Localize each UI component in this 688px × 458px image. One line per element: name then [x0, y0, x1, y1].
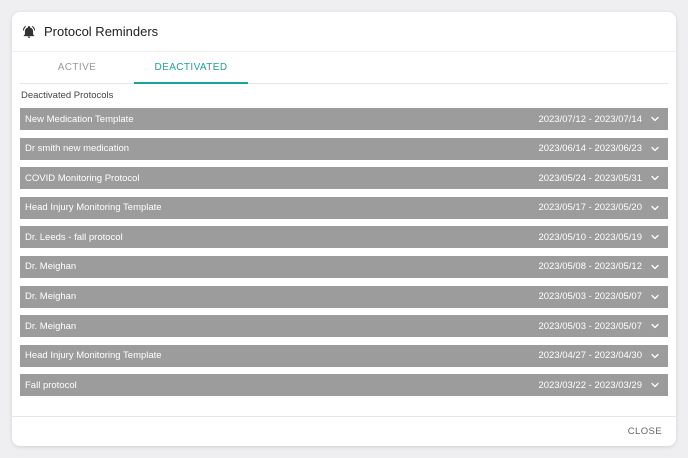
protocol-name: Dr smith new medication	[25, 143, 130, 155]
protocol-dates: 2023/06/14 - 2023/06/23	[538, 143, 642, 155]
tab-deactivated[interactable]: DEACTIVATED	[134, 52, 248, 84]
protocol-name: Dr. Meighan	[25, 261, 77, 273]
protocol-row[interactable]: Head Injury Monitoring Template 2023/04/…	[20, 344, 668, 367]
chevron-down-icon[interactable]	[650, 232, 660, 242]
protocol-row[interactable]: Dr. Leeds - fall protocol 2023/05/10 - 2…	[20, 226, 668, 249]
protocol-dates: 2023/04/27 - 2023/04/30	[538, 350, 642, 362]
close-button[interactable]: CLOSE	[628, 426, 662, 437]
chevron-down-icon[interactable]	[650, 292, 660, 302]
protocol-dates: 2023/05/03 - 2023/05/07	[538, 320, 642, 332]
protocol-row[interactable]: Head Injury Monitoring Template 2023/05/…	[20, 196, 668, 219]
chevron-down-icon[interactable]	[650, 380, 660, 390]
protocol-dates: 2023/05/10 - 2023/05/19	[538, 231, 642, 243]
protocol-reminders-dialog: Protocol Reminders ACTIVE DEACTIVATED De…	[12, 12, 676, 446]
dialog-header: Protocol Reminders	[12, 12, 676, 52]
protocol-row[interactable]: COVID Monitoring Protocol 2023/05/24 - 2…	[20, 167, 668, 190]
protocol-name: Head Injury Monitoring Template	[25, 350, 162, 362]
protocol-dates: 2023/03/22 - 2023/03/29	[538, 379, 642, 391]
protocol-dates: 2023/05/17 - 2023/05/20	[538, 202, 642, 214]
tab-bar: ACTIVE DEACTIVATED	[20, 52, 668, 84]
dialog-footer: CLOSE	[12, 416, 676, 446]
chevron-down-icon[interactable]	[650, 321, 660, 331]
protocol-name: Head Injury Monitoring Template	[25, 202, 162, 214]
protocol-row[interactable]: Dr smith new medication 2023/06/14 - 202…	[20, 137, 668, 160]
protocol-row[interactable]: Dr. Meighan 2023/05/03 - 2023/05/07	[20, 315, 668, 338]
bell-icon	[22, 25, 36, 39]
protocol-dates: 2023/07/12 - 2023/07/14	[538, 113, 642, 125]
protocol-name: COVID Monitoring Protocol	[25, 172, 140, 184]
protocol-row[interactable]: Dr. Meighan 2023/05/03 - 2023/05/07	[20, 285, 668, 308]
chevron-down-icon[interactable]	[650, 144, 660, 154]
protocol-name: New Medication Template	[25, 113, 134, 125]
protocol-name: Fall protocol	[25, 379, 77, 391]
chevron-down-icon[interactable]	[650, 203, 660, 213]
chevron-down-icon[interactable]	[650, 351, 660, 361]
protocol-dates: 2023/05/24 - 2023/05/31	[538, 172, 642, 184]
chevron-down-icon[interactable]	[650, 262, 660, 272]
protocol-list: New Medication Template 2023/07/12 - 202…	[12, 108, 676, 397]
protocol-dates: 2023/05/03 - 2023/05/07	[538, 291, 642, 303]
protocol-name: Dr. Leeds - fall protocol	[25, 231, 123, 243]
protocol-row[interactable]: Fall protocol 2023/03/22 - 2023/03/29	[20, 374, 668, 397]
protocol-name: Dr. Meighan	[25, 291, 77, 303]
protocol-row[interactable]: New Medication Template 2023/07/12 - 202…	[20, 108, 668, 130]
dialog-title: Protocol Reminders	[44, 24, 159, 39]
protocol-dates: 2023/05/08 - 2023/05/12	[538, 261, 642, 273]
section-label: Deactivated Protocols	[21, 90, 114, 101]
tab-active[interactable]: ACTIVE	[20, 52, 134, 83]
protocol-row[interactable]: Dr. Meighan 2023/05/08 - 2023/05/12	[20, 255, 668, 278]
protocol-name: Dr. Meighan	[25, 320, 77, 332]
chevron-down-icon[interactable]	[650, 114, 660, 124]
chevron-down-icon[interactable]	[650, 173, 660, 183]
